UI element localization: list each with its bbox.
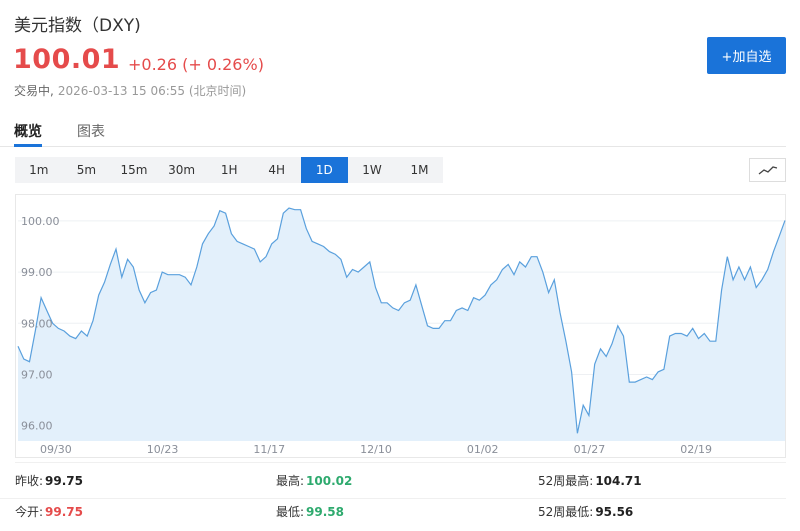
tab-chart[interactable]: 图表 <box>77 121 105 141</box>
stats-divider <box>15 462 786 463</box>
price-change: +0.26 (+ 0.26%) <box>128 55 264 74</box>
last-price: 100.01 <box>13 44 121 75</box>
y-tick-label: 100.00 <box>21 215 60 228</box>
stat-52w-high: 52周最高: 104.71 <box>538 472 642 489</box>
stat-open: 今开: 99.75 <box>15 503 83 520</box>
range-1w[interactable]: 1W <box>348 157 396 183</box>
low-value: 99.58 <box>306 505 345 519</box>
stat-low: 最低: 99.58 <box>276 503 344 520</box>
price-chart-svg: 96.00 97.00 98.00 99.00 100.00 09/30 10/23 11/1… <box>17 207 786 456</box>
y-tick-label: 98.00 <box>21 317 53 330</box>
y-tick-label: 96.00 <box>21 420 53 433</box>
range-1d[interactable]: 1D <box>300 157 349 183</box>
add-to-watchlist-button[interactable]: +加自选 <box>707 37 786 74</box>
high-label: 最高: <box>276 474 305 488</box>
stat-high: 最高: 100.02 <box>276 472 352 489</box>
range-4h[interactable]: 4H <box>253 157 301 183</box>
x-tick-label: 01/27 <box>574 443 606 456</box>
time-range-selector: 1m 5m 15m 30m 1H 4H 1D 1W 1M <box>15 157 444 183</box>
stat-52w-low: 52周最低: 95.56 <box>538 503 633 520</box>
chart-type-toggle[interactable] <box>749 158 786 182</box>
x-tick-label: 10/23 <box>147 443 179 456</box>
prev-close-label: 昨收: <box>15 474 44 488</box>
range-15m[interactable]: 15m <box>110 157 158 183</box>
line-chart-icon <box>758 166 777 175</box>
series-area <box>18 208 785 441</box>
y-tick-label: 99.00 <box>21 266 53 279</box>
range-30m[interactable]: 30m <box>158 157 206 183</box>
x-tick-label: 12/10 <box>360 443 392 456</box>
status-text: 交易中, <box>14 84 54 98</box>
open-value: 99.75 <box>45 505 84 519</box>
high52-label: 52周最高: <box>538 474 594 488</box>
range-1h[interactable]: 1H <box>205 157 253 183</box>
x-tick-label: 09/30 <box>40 443 72 456</box>
trading-status: 交易中, 2026-03-13 15 06:55 (北京时间) <box>14 82 246 99</box>
active-tab-indicator <box>14 144 42 147</box>
range-1mo[interactable]: 1M <box>396 157 444 183</box>
x-tick-label: 01/02 <box>467 443 499 456</box>
tab-bar: 概览 图表 <box>0 115 786 147</box>
open-label: 今开: <box>15 505 44 519</box>
tab-overview[interactable]: 概览 <box>14 121 42 141</box>
timestamp: 2026-03-13 15 06:55 (北京时间) <box>57 84 247 98</box>
price-chart: 96.00 97.00 98.00 99.00 100.00 09/30 10/23 11/1… <box>15 194 786 458</box>
low-label: 最低: <box>276 505 305 519</box>
x-tick-label: 02/19 <box>680 443 712 456</box>
low52-label: 52周最低: <box>538 505 594 519</box>
x-tick-label: 11/17 <box>253 443 285 456</box>
prev-close-value: 99.75 <box>45 474 84 488</box>
change-percent: (+ 0.26%) <box>182 55 264 74</box>
high52-value: 104.71 <box>595 474 642 488</box>
instrument-title: 美元指数（DXY) <box>14 16 141 36</box>
range-1m[interactable]: 1m <box>15 157 63 183</box>
change-value: +0.26 <box>128 55 178 74</box>
low52-value: 95.56 <box>595 505 634 519</box>
stat-prev-close: 昨收: 99.75 <box>15 472 83 489</box>
stats-row-divider <box>0 498 786 499</box>
y-tick-label: 97.00 <box>21 368 53 381</box>
high-value: 100.02 <box>306 474 353 488</box>
range-5m[interactable]: 5m <box>63 157 111 183</box>
